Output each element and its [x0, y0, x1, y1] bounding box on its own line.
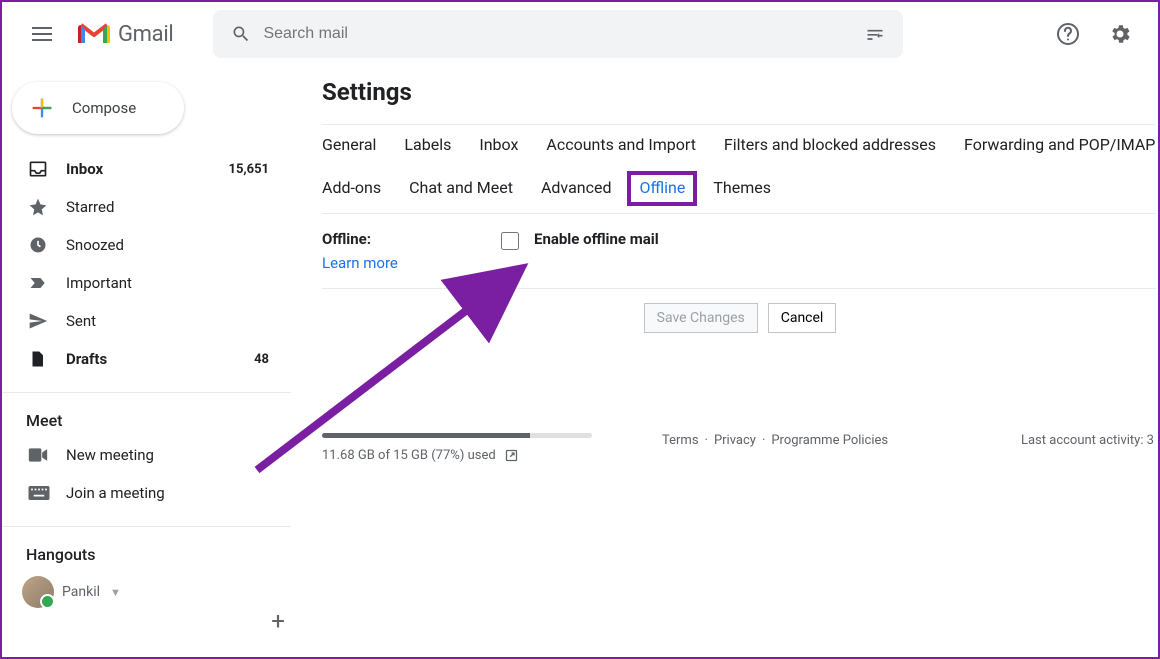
sidebar-item-starred[interactable]: Starred [2, 188, 291, 226]
gear-icon [1108, 22, 1132, 46]
enable-offline-checkbox[interactable] [501, 232, 519, 250]
sidebar-item-sent[interactable]: Sent [2, 302, 291, 340]
menu-icon [32, 27, 52, 41]
clock-icon [28, 235, 66, 255]
plus-icon [28, 94, 56, 122]
hangouts-user[interactable]: Pankil ▼ [2, 570, 291, 608]
sidebar-item-important[interactable]: Important [2, 264, 291, 302]
storage-text: 11.68 GB of 15 GB (77%) used [322, 448, 496, 463]
save-changes-button: Save Changes [644, 303, 758, 333]
drafts-icon [28, 349, 66, 369]
help-button[interactable] [1046, 12, 1090, 56]
offline-section-title: Offline: [322, 230, 497, 248]
open-external-icon[interactable] [504, 448, 519, 463]
link-policies[interactable]: Programme Policies [771, 433, 888, 448]
link-terms[interactable]: Terms [662, 433, 699, 448]
tab-themes[interactable]: Themes [713, 178, 771, 197]
search-icon[interactable] [221, 24, 261, 44]
help-icon [1056, 22, 1080, 46]
meet-new-meeting[interactable]: New meeting [2, 436, 291, 474]
settings-tabs: General Labels Inbox Accounts and Import… [322, 124, 1156, 214]
sent-icon [28, 311, 66, 331]
tab-advanced[interactable]: Advanced [541, 178, 612, 197]
tab-offline[interactable]: Offline [627, 171, 697, 206]
settings-button[interactable] [1098, 12, 1142, 56]
gmail-logo-text: Gmail [118, 22, 173, 47]
tab-general[interactable]: General [322, 135, 376, 154]
tab-forwarding[interactable]: Forwarding and POP/IMAP [964, 135, 1155, 154]
compose-button[interactable]: Compose [12, 82, 184, 134]
search-bar[interactable] [213, 10, 903, 58]
hangouts-section-label: Hangouts [2, 527, 291, 570]
keyboard-icon [28, 486, 66, 500]
tab-addons[interactable]: Add-ons [322, 178, 381, 197]
gmail-logo[interactable]: Gmail [74, 22, 197, 47]
tab-inbox[interactable]: Inbox [479, 135, 518, 154]
meet-section-label: Meet [2, 393, 291, 436]
tune-icon [865, 24, 885, 44]
important-icon [28, 273, 66, 293]
tab-accounts[interactable]: Accounts and Import [546, 135, 696, 154]
search-tune-button[interactable] [855, 24, 895, 44]
gmail-logo-icon [78, 22, 110, 46]
inbox-icon [28, 159, 66, 179]
sidebar-item-snoozed[interactable]: Snoozed [2, 226, 291, 264]
star-icon [28, 197, 66, 217]
hangouts-add-button[interactable]: + [260, 603, 296, 639]
tab-labels[interactable]: Labels [404, 135, 451, 154]
sidebar-item-drafts[interactable]: Drafts 48 [2, 340, 291, 378]
enable-offline-label: Enable offline mail [534, 230, 659, 248]
link-privacy[interactable]: Privacy [714, 433, 756, 448]
account-activity-text: Last account activity: 3 [1021, 433, 1154, 448]
chevron-down-icon: ▼ [110, 586, 121, 599]
avatar [22, 576, 54, 608]
camera-icon [28, 447, 66, 463]
tab-chat[interactable]: Chat and Meet [409, 178, 513, 197]
storage-indicator[interactable]: 11.68 GB of 15 GB (77%) used [322, 433, 622, 463]
learn-more-link[interactable]: Learn more [322, 254, 398, 272]
sidebar-item-inbox[interactable]: Inbox 15,651 [2, 150, 291, 188]
storage-bar [322, 433, 592, 438]
cancel-button[interactable]: Cancel [768, 303, 837, 333]
tab-filters[interactable]: Filters and blocked addresses [724, 135, 936, 154]
footer-links: Terms· Privacy· Programme Policies [622, 433, 1021, 448]
compose-label: Compose [72, 99, 136, 117]
page-title: Settings [322, 78, 1158, 106]
search-input[interactable] [261, 24, 855, 44]
main-menu-button[interactable] [18, 10, 66, 58]
meet-join-meeting[interactable]: Join a meeting [2, 474, 291, 512]
